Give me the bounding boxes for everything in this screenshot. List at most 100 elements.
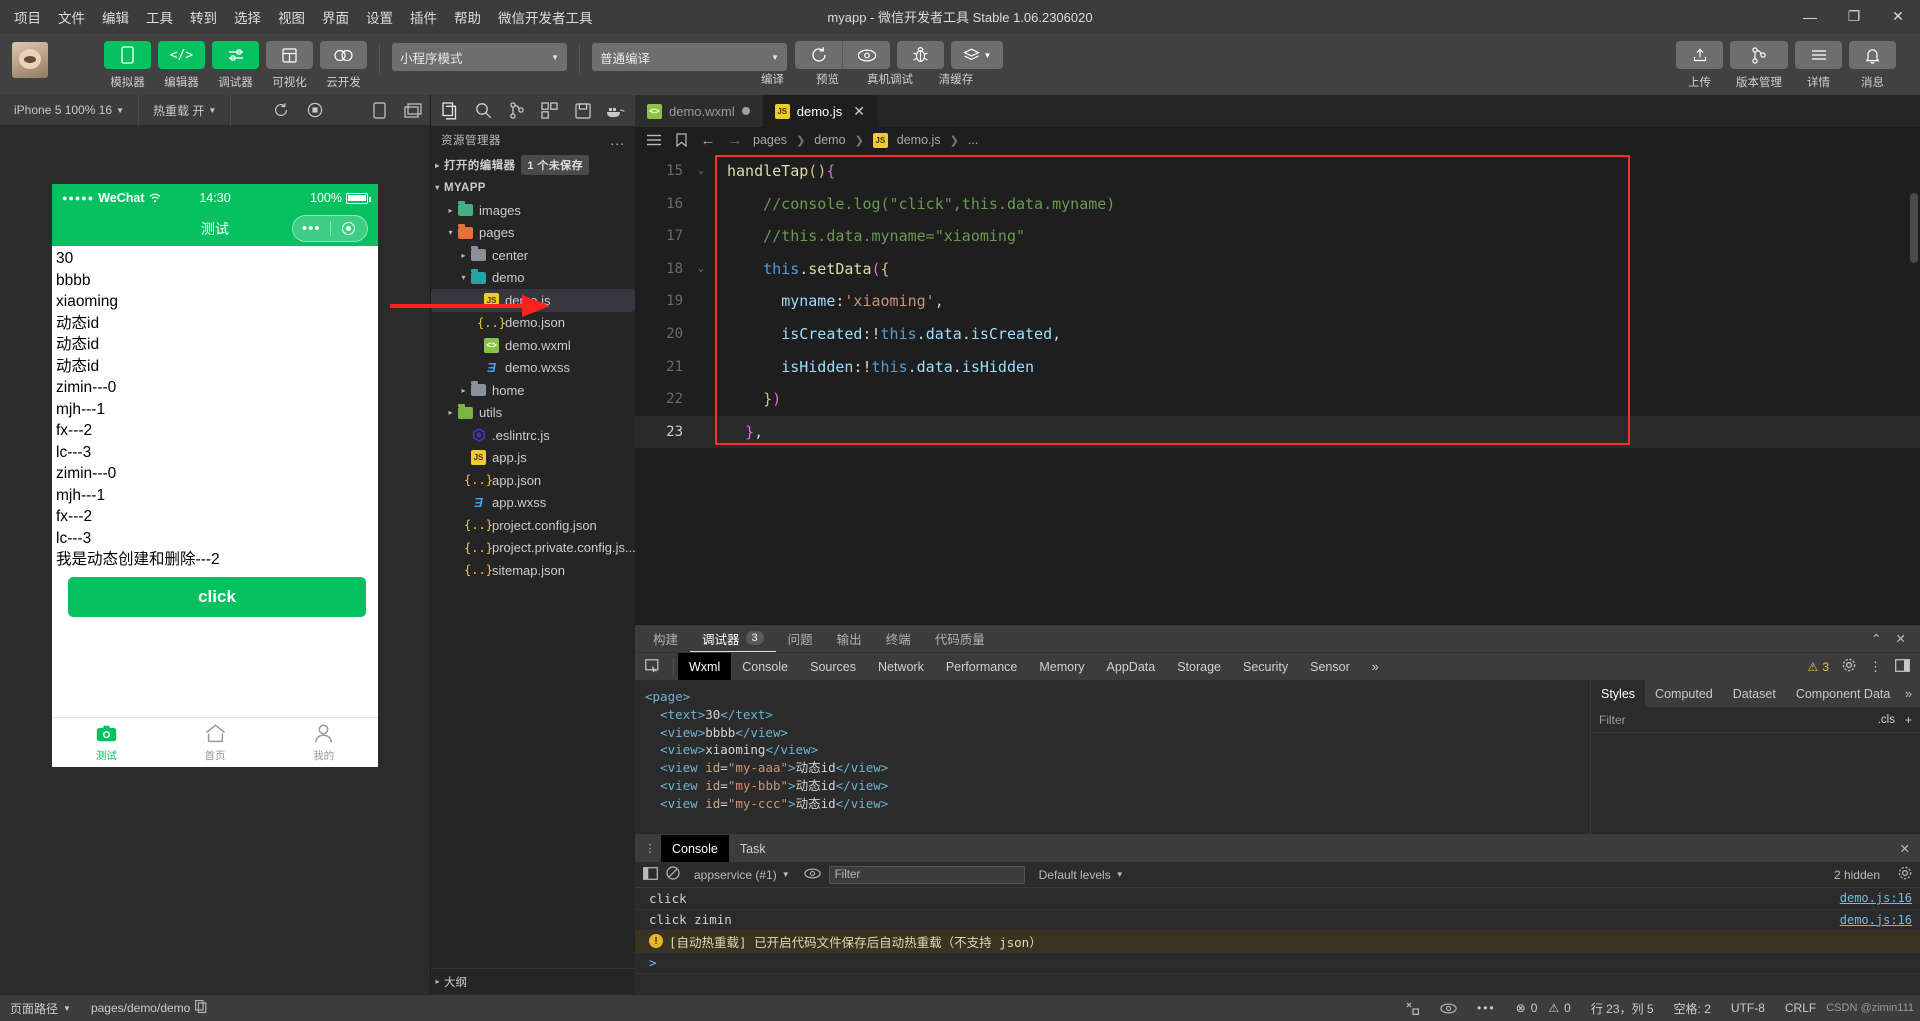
tree-item-home[interactable]: ▸ home xyxy=(431,379,635,402)
click-button[interactable]: click xyxy=(68,576,366,617)
editor-tab-demo-js[interactable]: JS demo.js ✕ xyxy=(762,95,879,127)
menu-item-settings[interactable]: 设置 xyxy=(364,4,395,30)
console-prompt[interactable]: > xyxy=(635,953,1920,974)
status-error-count[interactable]: ⊗ 0 ⚠ 0 xyxy=(1506,995,1581,1021)
status-cursor-position[interactable]: 行 23，列 5 xyxy=(1581,995,1664,1021)
version-control-button[interactable]: 版本管理 xyxy=(1730,41,1788,90)
debugger-tab-debugger[interactable]: 调试器 3 xyxy=(690,625,776,652)
minimize-icon[interactable]: — xyxy=(1788,0,1832,33)
console-context-select[interactable]: appservice (#1) ▼ xyxy=(688,866,796,884)
devtools-tab-appdata[interactable]: AppData xyxy=(1096,653,1167,681)
tree-item-eslintrc[interactable]: .eslintrc.js xyxy=(431,424,635,447)
close-icon[interactable]: ✕ xyxy=(853,103,865,120)
tree-item-demo-wxml[interactable]: <> demo.wxml xyxy=(431,334,635,357)
editor-tab-demo-wxml[interactable]: <> demo.wxml xyxy=(635,95,763,127)
menu-item-edit[interactable]: 编辑 xyxy=(100,4,131,30)
menu-item-wechat-devtools[interactable]: 微信开发者工具 xyxy=(496,4,595,30)
messages-button[interactable]: 消息 xyxy=(1849,41,1896,90)
outline-section[interactable]: ▸ 大纲 xyxy=(431,968,635,994)
devtools-tab-sources[interactable]: Sources xyxy=(799,653,867,681)
console-message-source[interactable]: demo.js:16 xyxy=(1840,913,1912,927)
status-eye-icon[interactable] xyxy=(1430,995,1467,1021)
devtools-tab-storage[interactable]: Storage xyxy=(1166,653,1232,681)
more-icon[interactable]: ••• xyxy=(293,221,330,236)
breadcrumb-pages[interactable]: pages xyxy=(753,133,787,147)
tree-item-app-json[interactable]: {..} app.json xyxy=(431,469,635,492)
inspect-icon[interactable] xyxy=(635,653,669,681)
devtools-tab-performance[interactable]: Performance xyxy=(935,653,1029,681)
tree-item-center[interactable]: ▸ center xyxy=(431,244,635,267)
hot-reload-select[interactable]: 热重载 开 ▼ xyxy=(139,94,232,126)
nav-back-icon[interactable]: ← xyxy=(699,132,717,149)
files-icon[interactable] xyxy=(435,95,466,126)
status-kebab-icon[interactable]: ••• xyxy=(1467,995,1506,1021)
status-eol[interactable]: CRLF xyxy=(1775,995,1826,1021)
panel-icon[interactable] xyxy=(643,866,658,883)
tree-item-app-js[interactable]: JS app.js xyxy=(431,447,635,470)
mode-cloud-button[interactable]: 云开发 xyxy=(320,41,367,90)
real-device-debug-button[interactable] xyxy=(897,41,944,69)
details-button[interactable]: 详情 xyxy=(1795,41,1842,90)
kebab-icon[interactable]: ⋮ xyxy=(639,842,661,855)
devtools-tab-network[interactable]: Network xyxy=(867,653,935,681)
mode-editor-button[interactable]: </> 编辑器 xyxy=(158,41,205,90)
status-current-path[interactable]: pages/demo/demo xyxy=(81,995,217,1021)
breadcrumb-more[interactable]: ... xyxy=(968,133,978,147)
device-select[interactable]: iPhone 5 100% 16 ▼ xyxy=(0,94,140,126)
source-control-icon[interactable] xyxy=(501,95,532,126)
tree-item-demo-json[interactable]: {..} demo.json xyxy=(431,312,635,335)
docker-icon[interactable] xyxy=(600,95,631,126)
breadcrumb-demo[interactable]: demo xyxy=(814,133,845,147)
styles-tab-computed[interactable]: Computed xyxy=(1645,680,1723,707)
maximize-icon[interactable]: ❐ xyxy=(1832,0,1876,33)
gear-icon[interactable] xyxy=(1898,866,1912,883)
preview-button[interactable] xyxy=(843,41,890,69)
mode-simulator-button[interactable]: 模拟器 xyxy=(104,41,151,90)
project-root-row[interactable]: ▾ MYAPP xyxy=(431,177,635,200)
menu-item-project[interactable]: 项目 xyxy=(12,4,43,30)
styles-tab-component-data[interactable]: Component Data xyxy=(1786,680,1901,707)
close-circle-icon[interactable] xyxy=(331,222,368,235)
tabbar-item-home[interactable]: 首页 xyxy=(161,718,270,767)
mode-visual-button[interactable]: 可视化 xyxy=(266,41,313,90)
close-icon[interactable]: ✕ xyxy=(1876,0,1920,33)
list-icon[interactable] xyxy=(645,134,663,146)
fold-icon[interactable]: ⌄ xyxy=(693,155,709,188)
close-icon[interactable]: ✕ xyxy=(1896,631,1906,646)
search-icon[interactable] xyxy=(468,95,499,126)
add-rule-button[interactable]: + xyxy=(1905,713,1912,727)
tree-item-pages[interactable]: ▾ pages xyxy=(431,222,635,245)
dock-icon[interactable] xyxy=(1895,658,1910,675)
status-indent[interactable]: 空格: 2 xyxy=(1664,995,1721,1021)
tabbar-item-mine[interactable]: 我的 xyxy=(269,718,378,767)
styles-filter-input[interactable]: Filter xyxy=(1599,713,1626,727)
clear-icon[interactable] xyxy=(666,866,680,883)
tree-item-demo-js[interactable]: JS demo.js xyxy=(431,289,635,312)
mode-debugger-button[interactable]: 调试器 xyxy=(212,41,259,90)
simulator-window-icon[interactable] xyxy=(396,95,430,126)
kebab-icon[interactable]: ⋮ xyxy=(1869,660,1882,673)
simulator-stop-icon[interactable] xyxy=(298,95,332,126)
avatar[interactable] xyxy=(12,42,48,78)
status-encoding[interactable]: UTF-8 xyxy=(1721,995,1775,1021)
debugger-tab-build[interactable]: 构建 xyxy=(641,625,690,652)
menu-item-ui[interactable]: 界面 xyxy=(320,4,351,30)
console-message-source[interactable]: demo.js:16 xyxy=(1840,891,1912,905)
tree-item-demo-wxss[interactable]: Ǝ demo.wxss xyxy=(431,357,635,380)
console-tab-task[interactable]: Task xyxy=(729,835,777,862)
tree-item-demo[interactable]: ▾ demo xyxy=(431,267,635,290)
wxml-tree-pane[interactable]: <page> <text>30</text> <view>bbbb</view>… xyxy=(635,680,1590,834)
extensions-icon[interactable] xyxy=(534,95,565,126)
open-editors-row[interactable]: ▸ 打开的编辑器 1 个未保存 xyxy=(431,154,635,177)
close-icon[interactable]: ✕ xyxy=(1900,841,1920,856)
menu-item-help[interactable]: 帮助 xyxy=(452,4,483,30)
console-filter-input[interactable]: Filter xyxy=(828,865,1025,884)
menu-item-goto[interactable]: 转到 xyxy=(188,4,219,30)
devtools-tab-security[interactable]: Security xyxy=(1232,653,1299,681)
eye-icon[interactable] xyxy=(803,868,821,882)
gear-icon[interactable] xyxy=(1842,658,1856,675)
styles-overflow-icon[interactable]: » xyxy=(1905,687,1920,701)
compile-button[interactable] xyxy=(795,41,842,69)
menu-item-select[interactable]: 选择 xyxy=(232,4,263,30)
nav-forward-icon[interactable]: → xyxy=(726,132,744,149)
